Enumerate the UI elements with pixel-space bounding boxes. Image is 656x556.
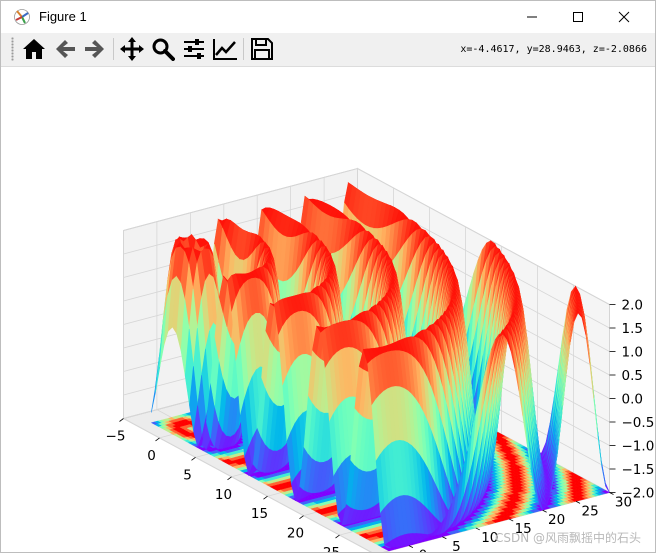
- maximize-icon: [572, 11, 584, 23]
- close-icon: [618, 11, 630, 23]
- close-button[interactable]: [601, 1, 647, 33]
- navigation-toolbar: x=-4.4617, y=28.9463, z=-2.0866: [1, 33, 655, 67]
- y-tick-mark: [476, 528, 480, 530]
- x-tick-mark: [156, 438, 160, 441]
- cursor-coordinates: x=-4.4617, y=28.9463, z=-2.0866: [460, 44, 647, 55]
- edit-axis-icon: [212, 37, 238, 61]
- y-tick-mark: [576, 501, 580, 503]
- y-tick-mark: [442, 537, 446, 539]
- edit-axis-button[interactable]: [211, 35, 239, 63]
- z-tick-label: −1.0: [622, 439, 655, 455]
- subplots-icon: [182, 37, 206, 61]
- y-tick-mark: [409, 546, 413, 548]
- y-tick-label: 0: [419, 548, 428, 552]
- z-tick-label: 1.5: [622, 321, 643, 337]
- x-tick-label: 20: [287, 526, 304, 542]
- app-icon: [13, 8, 31, 26]
- pan-icon: [120, 37, 144, 61]
- x-tick-mark: [336, 535, 340, 538]
- forward-arrow-icon: [83, 37, 107, 61]
- x-tick-mark: [264, 496, 268, 499]
- y-tick-mark: [509, 519, 513, 521]
- x-tick-label: 0: [147, 448, 156, 464]
- maximize-button[interactable]: [555, 1, 601, 33]
- figure-canvas[interactable]: −5051015202530−5051015202530−2.0−1.5−1.0…: [1, 67, 655, 552]
- toolbar-grip[interactable]: [11, 37, 14, 61]
- x-tick-label: 25: [323, 545, 340, 552]
- z-tick-label: −0.5: [622, 415, 655, 431]
- x-tick-label: −5: [106, 429, 126, 445]
- forward-button[interactable]: [81, 35, 109, 63]
- y-tick-mark: [543, 510, 547, 512]
- back-arrow-icon: [53, 37, 77, 61]
- zoom-icon: [151, 37, 175, 61]
- minimize-icon: [526, 11, 538, 23]
- z-tick-label: 1.0: [622, 345, 643, 361]
- figure-window: Figure 1: [0, 0, 656, 553]
- window-title: Figure 1: [39, 9, 87, 24]
- home-icon: [22, 37, 46, 61]
- y-tick-label: 20: [548, 512, 565, 528]
- y-tick-label: 25: [582, 503, 599, 519]
- z-tick-label: −2.0: [622, 486, 655, 502]
- x-tick-mark: [192, 457, 196, 460]
- x-tick-label: 10: [215, 487, 232, 503]
- subplots-button[interactable]: [180, 35, 208, 63]
- zoom-button[interactable]: [149, 35, 177, 63]
- y-tick-label: 5: [452, 539, 461, 552]
- x-tick-label: 15: [251, 506, 268, 522]
- toolbar-separator: [113, 38, 114, 60]
- z-tick-label: −1.5: [622, 462, 655, 478]
- minimize-button[interactable]: [509, 1, 555, 33]
- z-tick-label: 2.0: [622, 298, 643, 314]
- save-button[interactable]: [248, 35, 276, 63]
- x-tick-label: 5: [183, 467, 192, 483]
- z-tick-label: 0.0: [622, 392, 643, 408]
- toolbar-separator: [243, 38, 244, 60]
- pan-button[interactable]: [118, 35, 146, 63]
- x-tick-mark: [300, 516, 304, 519]
- x-tick-mark: [228, 477, 232, 480]
- title-bar[interactable]: Figure 1: [1, 1, 655, 33]
- surface-plot[interactable]: −5051015202530−5051015202530−2.0−1.5−1.0…: [1, 67, 655, 552]
- watermark-text: CSDN @风雨飘摇中的石头: [495, 529, 641, 546]
- save-icon: [250, 37, 274, 61]
- home-button[interactable]: [20, 35, 48, 63]
- back-button[interactable]: [51, 35, 79, 63]
- x-tick-mark: [120, 419, 124, 422]
- z-tick-label: 0.5: [622, 368, 643, 384]
